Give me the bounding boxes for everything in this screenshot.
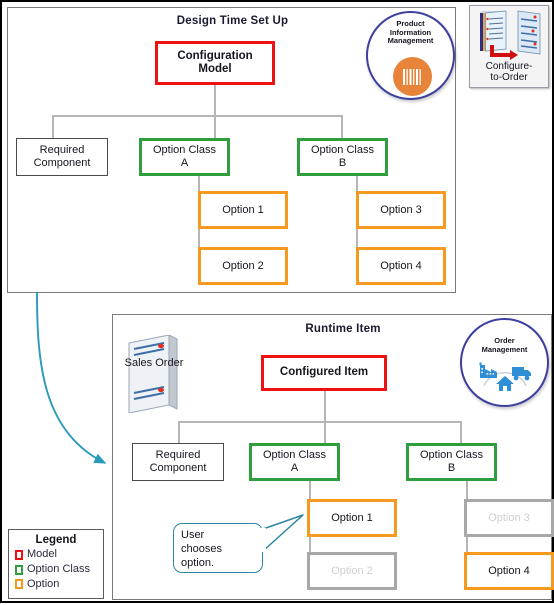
node-label-line1: Configuration <box>177 49 253 62</box>
legend-label: Option <box>27 577 60 590</box>
connector <box>324 391 326 422</box>
node-label-line1: Required <box>155 449 201 462</box>
callout-line2: chooses <box>181 543 222 556</box>
connector <box>460 421 462 443</box>
runtime-item-panel: Runtime Item Configured Item Required Co… <box>112 314 554 600</box>
legend-item-option-class: Option Class <box>15 563 97 577</box>
node-label-line2: Component <box>33 157 91 169</box>
product-information-management-icon[interactable]: Product Information Management <box>366 11 455 100</box>
cto-tile-label-line1: Configure- <box>485 61 533 72</box>
node-required-component[interactable]: Required Component <box>132 443 224 481</box>
cto-tile-label-line2: to-Order <box>490 72 528 83</box>
callout-line1: User <box>181 529 205 541</box>
callout-line3: option. <box>181 557 215 570</box>
legend-label: Model <box>27 548 57 560</box>
node-label-line1: Option Class <box>153 144 216 157</box>
design-time-panel: Design Time Set Up Configuration Model R… <box>7 7 456 293</box>
legend-item-option: Option <box>15 578 97 592</box>
configure-to-order-icon <box>480 10 541 60</box>
node-label-line2: B <box>338 157 347 169</box>
node-option-2[interactable]: Option 2 <box>198 247 288 285</box>
node-label: Option 2 <box>222 259 264 272</box>
node-label: Option 3 <box>488 511 530 524</box>
node-option-1[interactable]: Option 1 <box>307 499 397 537</box>
legend-swatch-model <box>15 549 23 560</box>
node-option-2-disabled[interactable]: Option 2 <box>307 552 397 590</box>
node-label: Option 3 <box>380 203 422 216</box>
supply-chain-icon <box>479 362 531 392</box>
connector <box>324 421 326 443</box>
barcode-icon <box>393 57 432 96</box>
legend-title: Legend <box>35 534 77 546</box>
node-label-line2: Component <box>149 462 207 474</box>
node-label: Option 1 <box>222 203 264 216</box>
node-option-class-a[interactable]: Option Class A <box>139 138 230 176</box>
legend-item-model: Model <box>15 548 97 562</box>
runtime-item-panel-title: Runtime Item <box>305 323 381 335</box>
node-label-line1: Option Class <box>420 449 483 462</box>
diagram-canvas: Design Time Set Up Configuration Model R… <box>0 0 554 603</box>
legend-label: Option Class <box>27 562 90 575</box>
node-label: Option 4 <box>380 259 422 272</box>
legend: Legend Model Option Class Option <box>8 529 104 599</box>
node-option-4[interactable]: Option 4 <box>464 552 554 590</box>
node-option-class-a[interactable]: Option Class A <box>249 443 340 481</box>
sales-order-icon[interactable]: Sales Order <box>123 335 185 413</box>
node-label-line1: Option Class <box>311 144 374 157</box>
node-required-component[interactable]: Required Component <box>16 138 108 176</box>
connector <box>214 115 216 138</box>
node-label-line2: Model <box>198 63 232 75</box>
node-label-line2: A <box>290 462 299 474</box>
node-label-line1: Option Class <box>263 449 326 462</box>
node-label: Option 1 <box>331 511 373 524</box>
connector <box>52 115 342 117</box>
node-option-class-b[interactable]: Option Class B <box>406 443 497 481</box>
node-option-4[interactable]: Option 4 <box>356 247 446 285</box>
node-configured-item[interactable]: Configured Item <box>261 355 387 391</box>
connector <box>341 115 343 138</box>
connector <box>178 421 180 443</box>
sales-order-label-line2: Order <box>155 357 184 369</box>
legend-swatch-option-class <box>15 564 23 575</box>
node-configuration-model[interactable]: Configuration Model <box>155 41 275 85</box>
node-option-3[interactable]: Option 3 <box>356 191 446 229</box>
connector <box>52 115 54 138</box>
sales-order-icon-label: Sales Order <box>123 357 185 370</box>
node-label-line2: A <box>180 157 189 169</box>
node-label: Option 2 <box>331 564 373 577</box>
configure-to-order-tile[interactable]: Configure- to-Order <box>469 5 549 88</box>
node-option-class-b[interactable]: Option Class B <box>297 138 388 176</box>
node-label: Option 4 <box>488 564 530 577</box>
app-icon-label-line3: Management <box>387 36 434 46</box>
node-option-1[interactable]: Option 1 <box>198 191 288 229</box>
connector <box>178 421 460 423</box>
user-chooses-option-callout: User chooses option. <box>173 523 263 573</box>
sales-order-label-line1: Sales <box>124 357 153 369</box>
node-option-3-disabled[interactable]: Option 3 <box>464 499 554 537</box>
node-label-line1: Required <box>39 144 85 157</box>
legend-swatch-option <box>15 579 23 590</box>
order-management-icon[interactable]: Order Management <box>460 318 549 407</box>
node-label: Configured Item <box>279 366 369 379</box>
connector <box>214 85 216 116</box>
node-label-line2: B <box>447 462 456 474</box>
app-icon-label-line2: Management <box>481 344 528 354</box>
